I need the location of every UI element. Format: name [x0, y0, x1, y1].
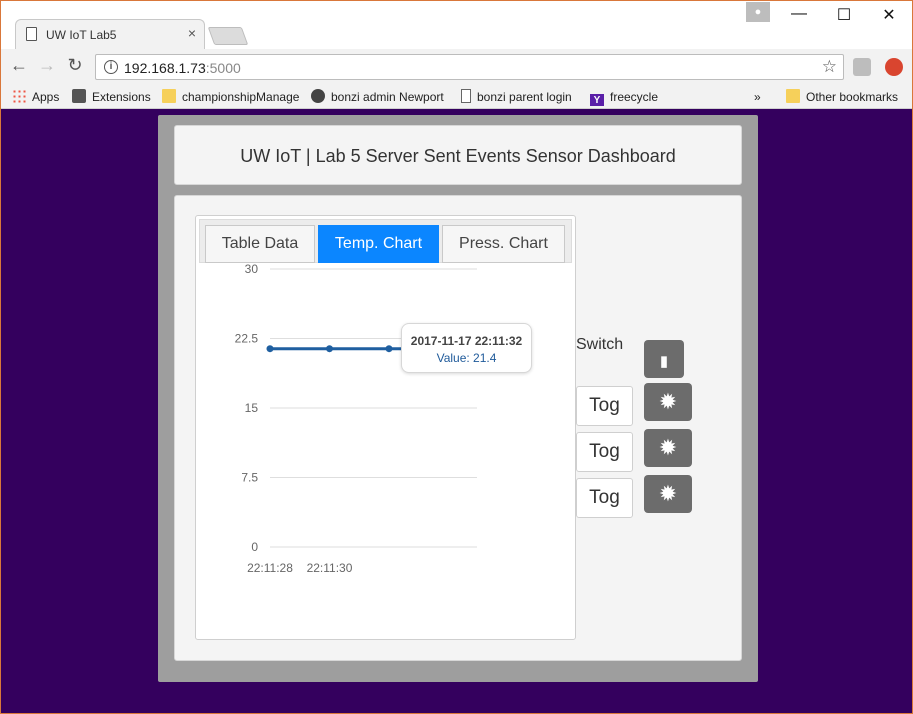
tab-close-icon[interactable]: × [188, 25, 196, 41]
chart-tooltip: 2017-11-17 22:11:32 Value: 21.4 [401, 323, 532, 373]
apps-grid-icon [12, 89, 26, 103]
browser-tab[interactable]: UW IoT Lab5 × [15, 19, 205, 49]
bookmark-star-icon[interactable]: ☆ [822, 57, 837, 77]
light-icon: ✹ [658, 389, 678, 414]
close-window-icon[interactable]: ✕ [874, 5, 904, 25]
page-icon [461, 89, 471, 103]
account-icon[interactable] [853, 58, 871, 76]
tab-table-data[interactable]: Table Data [205, 225, 315, 263]
data-point [326, 345, 333, 353]
puzzle-icon [72, 89, 86, 103]
reload-icon[interactable]: ↻ [63, 55, 87, 76]
globe-icon [311, 89, 325, 103]
bookmark-championship[interactable]: championshipManage [162, 88, 302, 106]
x-tick-label: 22:11:30 [307, 561, 353, 575]
y-tick-label: 30 [245, 264, 259, 276]
y-tick-label: 22.5 [235, 332, 259, 346]
yahoo-icon: Y [590, 94, 604, 106]
browser-window: UW IoT Lab5 × ● — ☐ ✕ ← → ↻ i 192.168.1.… [0, 0, 913, 714]
main-panel: Table Data Temp. Chart Press. Chart 0 7.5… [174, 195, 742, 661]
y-tick-label: 15 [245, 401, 259, 415]
maximize-icon[interactable]: ☐ [829, 5, 859, 25]
dashboard-container: UW IoT | Lab 5 Server Sent Events Sensor… [158, 115, 758, 682]
chart-card: Table Data Temp. Chart Press. Chart 0 7.5… [195, 215, 576, 640]
toggle-button-3[interactable]: Tog [576, 478, 633, 518]
info-icon[interactable]: i [104, 60, 118, 74]
forward-icon[interactable]: → [35, 55, 59, 76]
y-tick-label: 7.5 [241, 471, 258, 485]
bookmarks-bar: Apps Extensions championshipManage bonzi… [1, 85, 912, 109]
bookmark-extensions[interactable]: Extensions [72, 88, 151, 106]
tab-title: UW IoT Lab5 [46, 28, 117, 42]
url-text: 192.168.1.73:5000 [124, 60, 241, 76]
tooltip-time: 2017-11-17 22:11:32 [410, 334, 523, 348]
bookmark-bonzi-parent[interactable]: bonzi parent login [461, 88, 572, 106]
tooltip-value: Value: 21.4 [436, 351, 497, 365]
minimize-icon[interactable]: — [784, 5, 814, 23]
profile-icon[interactable]: ● [746, 2, 770, 22]
switch-icon-button[interactable]: ▮ [644, 340, 684, 378]
bookmark-bonzi-admin[interactable]: bonzi admin Newport [311, 88, 444, 106]
bookmark-freecycle[interactable]: Yfreecycle [590, 88, 658, 106]
page-content: UW IoT | Lab 5 Server Sent Events Sensor… [2, 110, 912, 713]
document-icon [26, 27, 37, 41]
data-point [266, 345, 274, 353]
switch-label: Switch [576, 336, 624, 353]
switch-icon: ▮ [659, 353, 669, 370]
title-bar: UW IoT Lab5 × ● — ☐ ✕ [1, 1, 912, 49]
light-icon: ✹ [658, 435, 678, 460]
browser-toolbar: ← → ↻ i 192.168.1.73:5000 ☆ [1, 49, 912, 85]
bookmark-apps[interactable]: Apps [12, 88, 59, 106]
tab-temp-chart[interactable]: Temp. Chart [318, 225, 439, 263]
x-tick-label: 22:11:28 [247, 561, 293, 575]
address-bar[interactable]: i 192.168.1.73:5000 ☆ [95, 54, 844, 80]
toggle-button-2[interactable]: Tog [576, 432, 633, 472]
light-button-3[interactable]: ✹ [644, 475, 692, 513]
tab-bar: Table Data Temp. Chart Press. Chart [199, 219, 572, 263]
folder-icon [162, 89, 176, 103]
bookmarks-more-icon[interactable]: » [754, 88, 761, 106]
light-icon: ✹ [658, 481, 678, 506]
bookmark-other[interactable]: Other bookmarks [786, 88, 898, 106]
page-title: UW IoT | Lab 5 Server Sent Events Sensor… [240, 146, 676, 166]
y-tick-label: 0 [251, 540, 258, 554]
back-icon[interactable]: ← [7, 55, 31, 76]
light-button-2[interactable]: ✹ [644, 429, 692, 467]
header-panel: UW IoT | Lab 5 Server Sent Events Sensor… [174, 125, 742, 185]
data-point [385, 345, 393, 353]
folder-icon [786, 89, 800, 103]
temperature-chart: 0 7.5 15 22.5 30 22:11:28 22:11:30 [235, 264, 477, 575]
extension-icon[interactable] [885, 58, 903, 76]
new-tab-button[interactable] [207, 27, 249, 45]
tab-press-chart[interactable]: Press. Chart [442, 225, 565, 263]
toggle-button-1[interactable]: Tog [576, 386, 633, 426]
light-button-1[interactable]: ✹ [644, 383, 692, 421]
